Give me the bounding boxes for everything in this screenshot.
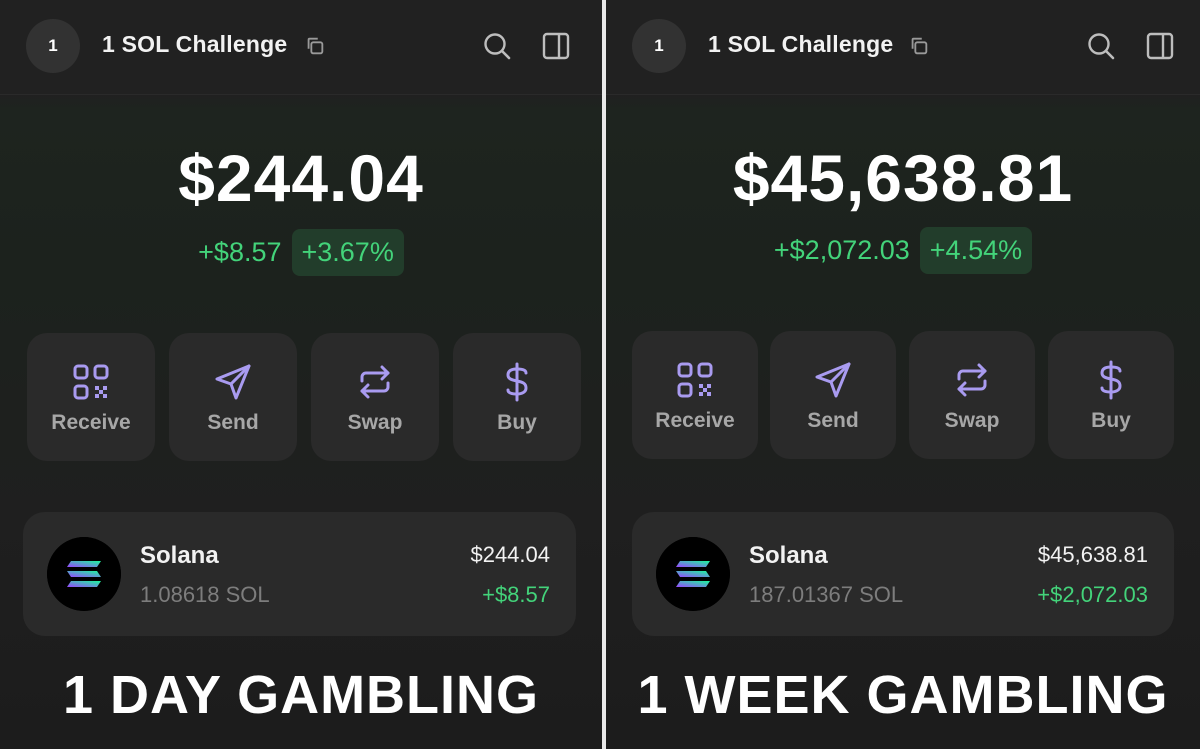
caption-text: 1 DAY GAMBLING <box>62 665 540 725</box>
token-row-solana[interactable]: Solana 1.08618 SOL $244.04 +$8.57 <box>23 512 576 636</box>
receive-button[interactable]: Receive <box>632 331 758 459</box>
comparison-image: 1 1 SOL Challenge $244.04 +$8.57 +3.67% <box>0 0 1200 749</box>
swap-label: Swap <box>944 409 1000 432</box>
send-label: Send <box>207 411 259 434</box>
swap-button[interactable]: Swap <box>909 331 1035 459</box>
buy-label: Buy <box>1091 409 1131 432</box>
token-row-solana[interactable]: Solana 187.01367 SOL $45,638.81 +$2,072.… <box>632 512 1174 636</box>
change-percent-badge: +3.67% <box>291 229 404 276</box>
wallet-header: 1 1 SOL Challenge <box>606 0 1200 95</box>
total-balance: $45,638.81 <box>732 141 1074 215</box>
send-button[interactable]: Send <box>169 333 297 461</box>
receive-label: Receive <box>655 409 735 432</box>
solana-logo-icon <box>47 537 121 611</box>
buy-button[interactable]: Buy <box>1048 331 1174 459</box>
token-amount: 187.01367 SOL <box>749 582 904 607</box>
balance-change: +$2,072.03 +4.54% <box>606 227 1200 274</box>
change-percent-badge: +4.54% <box>919 227 1033 274</box>
swap-label: Swap <box>347 411 403 434</box>
send-icon <box>815 362 851 398</box>
total-balance: $244.04 <box>178 141 424 215</box>
account-name[interactable]: 1 SOL Challenge <box>102 31 287 58</box>
token-value: $244.04 <box>470 542 550 567</box>
send-button[interactable]: Send <box>770 331 896 459</box>
qr-code-icon <box>677 362 713 398</box>
sidebar-toggle-icon[interactable] <box>1146 32 1174 60</box>
account-name[interactable]: 1 SOL Challenge <box>708 31 893 58</box>
token-change: +$8.57 <box>482 582 550 607</box>
caption-text: 1 WEEK GAMBLING <box>637 665 1169 725</box>
send-label: Send <box>807 409 859 432</box>
token-name: Solana <box>140 542 219 569</box>
copy-icon[interactable] <box>304 35 326 57</box>
dollar-icon <box>1100 360 1122 400</box>
search-icon[interactable] <box>482 31 512 61</box>
token-amount: 1.08618 SOL <box>140 582 270 607</box>
change-amount: +$2,072.03 <box>773 235 910 265</box>
account-avatar[interactable]: 1 <box>26 19 80 73</box>
swap-icon <box>360 365 390 399</box>
solana-logo-icon <box>656 537 730 611</box>
wallet-screen-left: 1 1 SOL Challenge $244.04 +$8.57 +3.67% <box>0 0 602 749</box>
wallet-header: 1 1 SOL Challenge <box>0 0 602 95</box>
receive-button[interactable]: Receive <box>27 333 155 461</box>
account-avatar[interactable]: 1 <box>632 19 686 73</box>
swap-button[interactable]: Swap <box>311 333 439 461</box>
search-icon[interactable] <box>1086 31 1116 61</box>
change-amount: +$8.57 <box>198 237 282 267</box>
sidebar-toggle-icon[interactable] <box>542 32 570 60</box>
receive-label: Receive <box>51 411 131 434</box>
buy-label: Buy <box>497 411 537 434</box>
token-change: +$2,072.03 <box>1037 582 1148 607</box>
dollar-icon <box>506 362 528 402</box>
token-value: $45,638.81 <box>1037 542 1148 567</box>
swap-icon <box>957 363 987 397</box>
buy-button[interactable]: Buy <box>453 333 581 461</box>
balance-change: +$8.57 +3.67% <box>0 229 602 276</box>
qr-code-icon <box>73 364 109 400</box>
token-name: Solana <box>749 542 828 569</box>
copy-icon[interactable] <box>908 35 930 57</box>
wallet-screen-right: 1 1 SOL Challenge $45,638.81 +$2,072.03 … <box>606 0 1200 749</box>
send-icon <box>215 364 251 400</box>
